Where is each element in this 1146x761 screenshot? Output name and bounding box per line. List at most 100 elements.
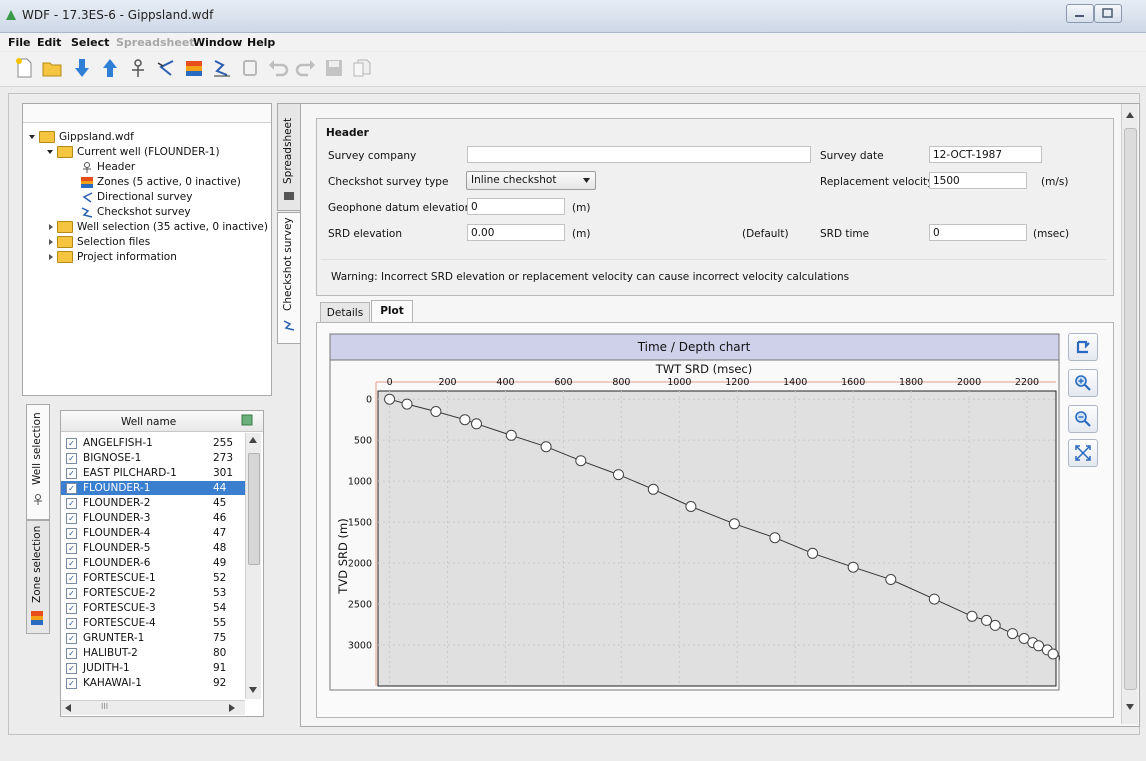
scroll-down-icon[interactable] xyxy=(249,687,257,693)
data-point[interactable] xyxy=(540,441,552,453)
tree-selection-files[interactable]: Selection files xyxy=(49,236,150,248)
row-checkbox[interactable]: ✓ xyxy=(66,603,77,614)
table-row[interactable]: ✓ FORTESCUE-4 55 xyxy=(61,616,251,630)
table-row[interactable]: ✓ BIGNOSE-1 273 xyxy=(61,451,251,465)
menu-edit[interactable]: Edit xyxy=(37,36,61,49)
data-point[interactable] xyxy=(459,414,471,426)
tab-checkshot-survey[interactable]: Checkshot survey xyxy=(277,212,302,344)
table-row[interactable]: ✓ EAST PILCHARD-1 301 xyxy=(61,466,251,480)
menu-file[interactable]: File xyxy=(8,36,31,49)
data-point[interactable] xyxy=(384,393,396,405)
well-list-scroll-thumb[interactable] xyxy=(248,453,260,565)
row-checkbox[interactable]: ✓ xyxy=(66,513,77,524)
checkshot-button[interactable] xyxy=(210,55,234,81)
row-checkbox[interactable]: ✓ xyxy=(66,663,77,674)
data-point[interactable] xyxy=(471,418,482,430)
export-button[interactable] xyxy=(98,55,122,81)
scroll-down-icon[interactable] xyxy=(1126,704,1134,710)
tree-well-selection[interactable]: Well selection (35 active, 0 inactive) xyxy=(49,221,268,233)
table-row[interactable]: ✓ ANGELFISH-1 255 xyxy=(61,436,251,450)
data-point[interactable] xyxy=(885,574,897,585)
scroll-up-icon[interactable] xyxy=(249,437,257,443)
table-row[interactable]: ✓ FLOUNDER-1 44 xyxy=(61,481,251,495)
tree-zones-item[interactable]: Zones (5 active, 0 inactive) xyxy=(81,176,241,188)
redo-button[interactable] xyxy=(294,55,318,81)
save-button[interactable] xyxy=(322,55,346,81)
tree-root[interactable]: Gippsland.wdf xyxy=(29,131,134,143)
tab-plot[interactable]: Plot xyxy=(371,300,413,323)
menu-help[interactable]: Help xyxy=(247,36,275,49)
table-row[interactable]: ✓ FORTESCUE-3 54 xyxy=(61,601,251,615)
well-button[interactable] xyxy=(126,55,150,81)
undo-button[interactable] xyxy=(266,55,290,81)
data-point[interactable] xyxy=(807,547,819,559)
data-point[interactable] xyxy=(575,455,587,467)
row-checkbox[interactable]: ✓ xyxy=(66,543,77,554)
data-point[interactable] xyxy=(966,610,978,622)
replacement-velocity-input[interactable]: 1500 xyxy=(929,172,1027,189)
tab-zone-selection[interactable]: Zone selection xyxy=(26,520,50,634)
row-checkbox[interactable]: ✓ xyxy=(66,528,77,539)
data-point[interactable] xyxy=(685,501,697,512)
tree-project-information[interactable]: Project information xyxy=(49,251,177,263)
new-file-button[interactable] xyxy=(12,55,36,81)
row-checkbox[interactable]: ✓ xyxy=(66,573,77,584)
table-row[interactable]: ✓ FLOUNDER-5 48 xyxy=(61,541,251,555)
row-checkbox[interactable]: ✓ xyxy=(66,678,77,689)
main-scroll-thumb[interactable] xyxy=(1124,128,1137,690)
copy-button[interactable] xyxy=(350,55,374,81)
row-checkbox[interactable]: ✓ xyxy=(66,588,77,599)
menu-spreadsheet[interactable]: Spreadsheet xyxy=(116,36,195,49)
data-point[interactable] xyxy=(1007,628,1018,640)
export-list-icon[interactable] xyxy=(241,414,253,426)
scroll-up-icon[interactable] xyxy=(1126,112,1134,118)
table-row[interactable]: ✓ JUDITH-1 91 xyxy=(61,661,251,675)
tree-header-item[interactable]: Header xyxy=(81,161,135,173)
scroll-left-icon[interactable] xyxy=(65,704,71,712)
zoom-out-button[interactable] xyxy=(1068,405,1098,433)
open-button[interactable] xyxy=(40,55,64,81)
table-row[interactable]: ✓ FLOUNDER-3 46 xyxy=(61,511,251,525)
row-checkbox[interactable]: ✓ xyxy=(66,498,77,509)
row-checkbox[interactable]: ✓ xyxy=(66,618,77,629)
table-row[interactable]: ✓ GRUNTER-1 75 xyxy=(61,631,251,645)
scroll-right-icon[interactable] xyxy=(229,704,235,712)
menu-select[interactable]: Select xyxy=(71,36,109,49)
row-checkbox[interactable]: ✓ xyxy=(66,633,77,644)
table-row[interactable]: ✓ FORTESCUE-2 53 xyxy=(61,586,251,600)
srd-time-input[interactable]: 0 xyxy=(929,224,1027,241)
row-checkbox[interactable]: ✓ xyxy=(66,648,77,659)
zones-button[interactable] xyxy=(182,55,206,81)
survey-company-input[interactable] xyxy=(467,146,811,163)
disabled-tool-button[interactable] xyxy=(238,55,262,81)
data-point[interactable] xyxy=(847,561,859,573)
minimize-button[interactable] xyxy=(1066,4,1094,23)
table-row[interactable]: ✓ FLOUNDER-2 45 xyxy=(61,496,251,510)
tree-directional-item[interactable]: Directional survey xyxy=(81,191,192,203)
table-row[interactable]: ✓ HALIBUT-2 80 xyxy=(61,646,251,660)
well-list-vscroll[interactable] xyxy=(245,433,261,699)
row-checkbox[interactable]: ✓ xyxy=(66,558,77,569)
tree-current-well[interactable]: Current well (FLOUNDER-1) xyxy=(47,146,220,158)
table-row[interactable]: ✓ KAHAWAI-1 92 xyxy=(61,676,251,690)
table-row[interactable]: ✓ FORTESCUE-1 52 xyxy=(61,571,251,585)
tree-checkshot-item[interactable]: Checkshot survey xyxy=(81,206,191,218)
tab-details[interactable]: Details xyxy=(320,302,370,322)
srd-elevation-input[interactable]: 0.00 xyxy=(467,224,565,241)
well-list-hscroll[interactable]: III xyxy=(61,700,245,715)
data-point[interactable] xyxy=(989,619,1001,631)
maximize-button[interactable] xyxy=(1094,4,1122,23)
geophone-input[interactable]: 0 xyxy=(467,198,565,215)
tab-well-selection[interactable]: Well selection xyxy=(26,404,50,520)
directional-survey-button[interactable] xyxy=(154,55,178,81)
fit-view-button[interactable] xyxy=(1068,439,1098,467)
row-checkbox[interactable]: ✓ xyxy=(66,438,77,449)
survey-date-input[interactable]: 12-OCT-1987 xyxy=(929,146,1042,163)
data-point[interactable] xyxy=(430,406,442,417)
data-point[interactable] xyxy=(647,483,659,495)
menu-window[interactable]: Window xyxy=(193,36,242,49)
table-row[interactable]: ✓ FLOUNDER-4 47 xyxy=(61,526,251,540)
data-point[interactable] xyxy=(401,398,413,410)
main-vscroll[interactable] xyxy=(1121,104,1138,724)
data-point[interactable] xyxy=(769,532,781,544)
